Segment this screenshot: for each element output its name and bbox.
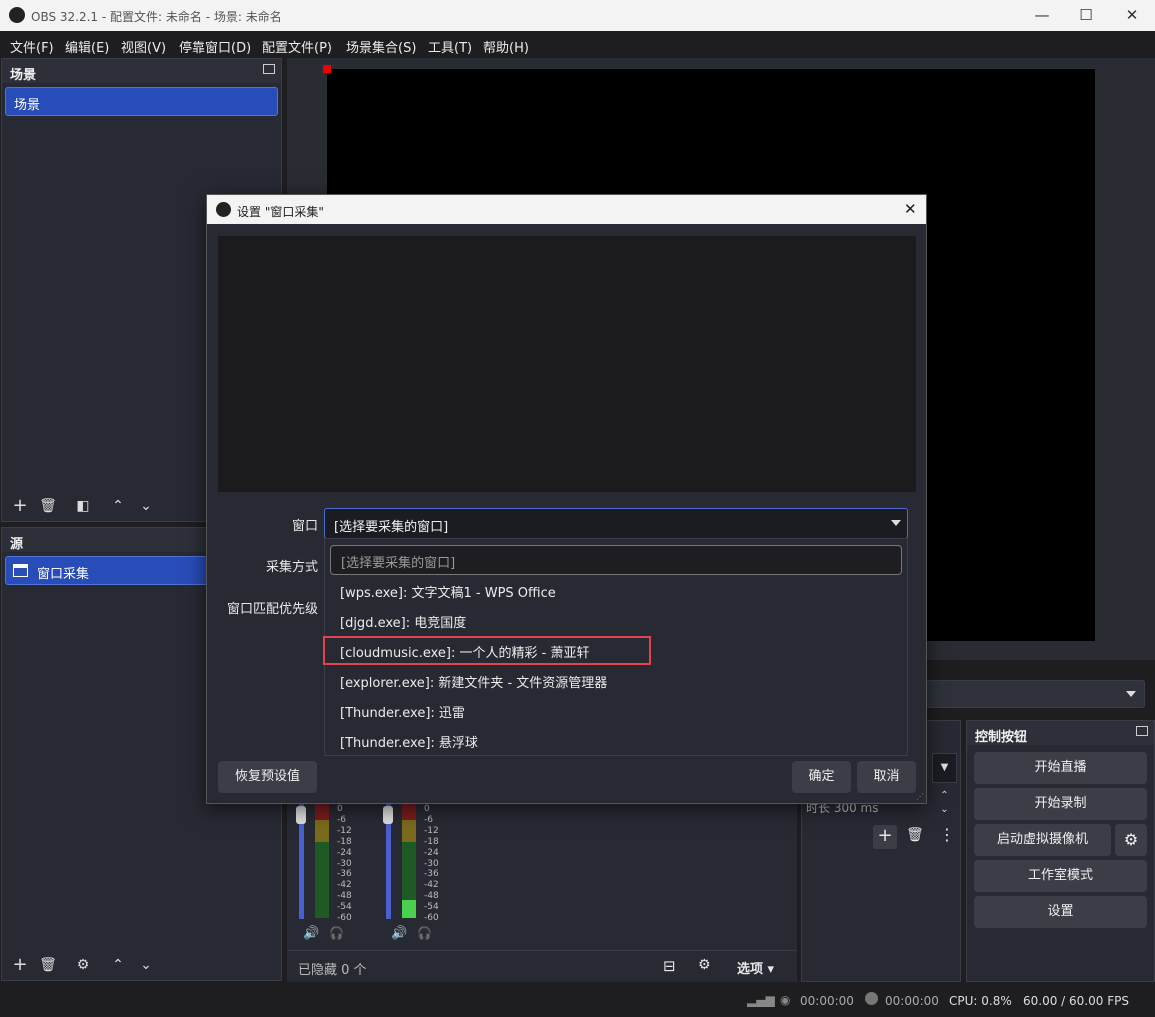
source-preview [218, 236, 916, 492]
selection-handle[interactable] [323, 65, 331, 73]
resize-grip-icon[interactable]: ⋰ [916, 792, 924, 801]
trash-icon[interactable]: 🗑 [36, 494, 60, 518]
level-meter-1 [315, 804, 329, 918]
menu-tools[interactable]: 工具(T) [428, 37, 472, 56]
level-meter-2 [402, 804, 416, 918]
stream-time: 00:00:00 [800, 994, 854, 1008]
undock-icon[interactable] [1136, 726, 1148, 736]
meter-scale-2: 0 -6 -12 -18 -24 -30 -36 -42 -48 -54 -60 [424, 804, 439, 924]
add-icon[interactable]: + [8, 953, 32, 977]
duration-spinner[interactable]: ⌃ ⌄ [932, 789, 957, 819]
studio-mode-button[interactable]: 工作室模式 [974, 860, 1147, 892]
more-icon[interactable]: ⋮ [939, 825, 955, 844]
menu-edit[interactable]: 编辑(E) [65, 37, 109, 56]
cancel-button[interactable]: 取消 [857, 761, 916, 793]
meter-scale-1: 0 -6 -12 -18 -24 -30 -36 -42 -48 -54 -60 [337, 804, 352, 924]
trash-icon[interactable]: 🗑 [36, 953, 60, 977]
virtual-cam-button[interactable]: 启动虚拟摄像机 [974, 824, 1111, 856]
menu-file[interactable]: 文件(F) [10, 37, 54, 56]
capture-method-label: 采集方式 [265, 560, 318, 575]
menu-docks[interactable]: 停靠窗口(D) [179, 37, 251, 56]
source-item[interactable]: 窗口采集 [5, 556, 215, 585]
controls-dock-title: 控制按钮 [967, 721, 1154, 745]
status-bar: ▂▄▆ ◉ 00:00:00 00:00:00 CPU: 0.8% 60.00 … [0, 985, 1155, 1017]
obs-logo-icon [216, 202, 231, 217]
add-icon[interactable]: + [8, 494, 32, 518]
dropdown-search[interactable]: [选择要采集的窗口] [330, 545, 902, 575]
properties-dialog: 设置 "窗口采集" ✕ 窗口 采集方式 窗口匹配优先级 [选择要采集的窗口] [… [206, 194, 927, 804]
minimize-button[interactable]: — [1019, 0, 1065, 31]
dialog-title: 设置 "窗口采集" [237, 205, 324, 219]
up-arrow-icon[interactable]: ⌃ [106, 953, 130, 977]
scenes-dock-title: 场景 [2, 59, 281, 83]
window-title: OBS 32.2.1 - 配置文件: 未命名 - 场景: 未命名 [31, 10, 282, 24]
close-button[interactable]: ✕ [1109, 0, 1155, 31]
transition-select-arrow[interactable]: ▼ [932, 753, 957, 783]
gear-icon[interactable]: ⚙ [1115, 824, 1147, 856]
menu-view[interactable]: 视图(V) [121, 37, 166, 56]
highlight-box [323, 636, 651, 665]
title-bar: OBS 32.2.1 - 配置文件: 未命名 - 场景: 未命名 — ☐ ✕ [0, 0, 1155, 31]
monitor-off-icon[interactable]: 🎧 [417, 926, 432, 940]
ok-button[interactable]: 确定 [792, 761, 851, 793]
down-arrow-icon[interactable]: ⌄ [134, 494, 158, 518]
window-select[interactable]: [选择要采集的窗口] [324, 508, 908, 539]
list-item[interactable]: [djgd.exe]: 电竞国度 [340, 612, 466, 631]
restore-defaults-button[interactable]: 恢复预设值 [218, 761, 317, 793]
list-item[interactable]: [Thunder.exe]: 悬浮球 [340, 732, 478, 751]
chevron-down-icon [1126, 691, 1136, 697]
start-stream-button[interactable]: 开始直播 [974, 752, 1147, 784]
match-priority-label: 窗口匹配优先级 [226, 602, 318, 617]
window-icon [13, 564, 28, 577]
undock-icon[interactable] [263, 64, 275, 74]
close-icon[interactable]: ✕ [904, 200, 917, 218]
menu-profile[interactable]: 配置文件(P) [262, 37, 332, 56]
hidden-count: 已隐藏 0 个 [298, 963, 367, 978]
list-item[interactable]: [wps.exe]: 文字文稿1 - WPS Office [340, 582, 556, 601]
down-arrow-icon[interactable]: ⌄ [134, 953, 158, 977]
menu-scene-collection[interactable]: 场景集合(S) [346, 37, 416, 56]
monitor-off-icon[interactable]: 🎧 [329, 926, 344, 940]
menu-bar: 文件(F) 编辑(E) 视图(V) 停靠窗口(D) 配置文件(P) 场景集合(S… [0, 31, 1155, 58]
signal-icon: ▂▄▆ [747, 993, 775, 1007]
maximize-button[interactable]: ☐ [1063, 0, 1109, 31]
add-icon[interactable]: + [873, 825, 897, 849]
slider-handle-1[interactable] [296, 806, 306, 824]
dialog-title-bar: 设置 "窗口采集" ✕ [207, 195, 926, 224]
start-record-button[interactable]: 开始录制 [974, 788, 1147, 820]
speaker-icon[interactable]: 🔊 [303, 926, 319, 941]
gear-icon[interactable]: ⚙ [71, 953, 95, 977]
list-item[interactable]: [Thunder.exe]: 迅雷 [340, 702, 465, 721]
record-time: 00:00:00 [885, 994, 939, 1008]
menu-help[interactable]: 帮助(H) [483, 37, 529, 56]
cpu-usage: CPU: 0.8% [949, 994, 1012, 1008]
settings-button[interactable]: 设置 [974, 896, 1147, 928]
record-icon [865, 992, 878, 1005]
mixer-toolbar: 已隐藏 0 个 ⊟ ⚙ 选项 ▾ [287, 950, 797, 982]
layout-icon[interactable]: ⊟ [663, 957, 676, 975]
sources-toolbar: + 🗑 ⚙ ⌃ ⌄ [5, 953, 205, 981]
filter-icon[interactable]: ◧ [71, 494, 95, 518]
obs-logo-icon [9, 7, 25, 23]
up-arrow-icon[interactable]: ⌃ [106, 494, 130, 518]
source-item-label: 窗口采集 [37, 567, 90, 582]
speaker-icon[interactable]: 🔊 [391, 926, 407, 941]
scene-item[interactable]: 场景 [5, 87, 278, 116]
slider-handle-2[interactable] [383, 806, 393, 824]
advanced-audio-icon[interactable]: ⚙ [698, 957, 711, 973]
scenes-toolbar: + 🗑 ◧ ⌃ ⌄ [5, 494, 205, 522]
options-button[interactable]: 选项 ▾ [737, 958, 774, 977]
window-label: 窗口 [291, 519, 318, 534]
fps-readout: 60.00 / 60.00 FPS [1023, 994, 1129, 1008]
window-select-value: [选择要采集的窗口] [334, 520, 449, 535]
transition-combo[interactable] [920, 680, 1145, 708]
trash-icon[interactable]: 🗑 [906, 827, 924, 843]
chevron-down-icon [891, 520, 901, 526]
list-item[interactable]: [explorer.exe]: 新建文件夹 - 文件资源管理器 [340, 672, 607, 691]
stream-icon: ◉ [780, 993, 791, 1007]
